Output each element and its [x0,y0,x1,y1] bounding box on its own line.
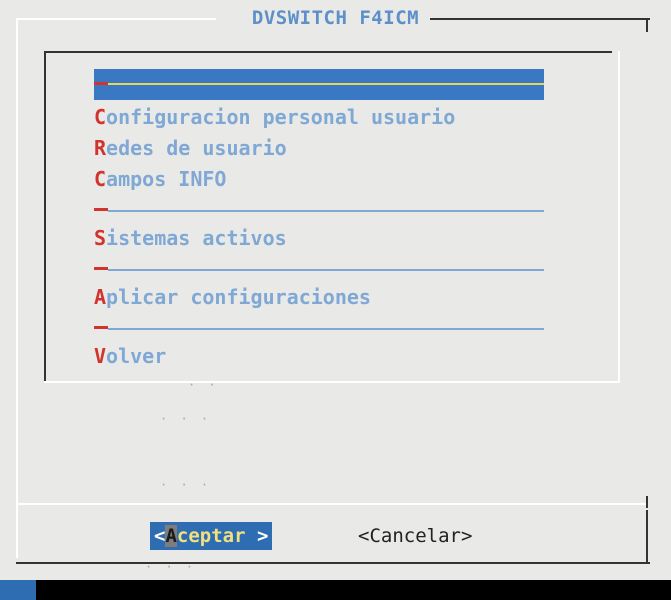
menu-item-selected-separator[interactable] [94,69,544,100]
menu-item-label: edes de usuario [106,136,287,160]
button-bracket-open: < [154,525,166,547]
dialog-title-text: DVSWITCH F4ICM [245,7,426,29]
menu-box-top [44,51,612,53]
button-bracket-close: > [245,525,269,547]
menu-item-redes-usuario[interactable]: Redes de usuario [94,133,544,164]
hotkey-letter: A [94,285,107,309]
menu-item-configuracion-personal[interactable]: Configuracion personal usuario [94,102,544,133]
background-strip [0,580,36,600]
menu-box-right [618,51,620,382]
hotkey-letter: C [94,105,107,129]
button-area-divider-tick [646,496,648,508]
menu-item-sistemas-activos[interactable]: Sistemas activos [94,223,544,254]
menu-box-bottom [44,381,620,383]
menu-item-label: onfiguracion personal usuario [106,105,456,129]
frame-left [16,18,18,558]
separator-line [108,83,544,85]
separator-marker [94,326,108,329]
separator-marker [94,82,108,85]
menu-item-aplicar-configuraciones[interactable]: Aplicar configuraciones [94,282,544,313]
separator-line [108,210,544,212]
hotkey-letter: C [94,167,107,191]
artifact-dots: · · · [160,478,212,492]
separator-line [108,328,544,330]
selection-highlight [94,69,544,100]
artifact-dots: · · · [160,412,212,426]
dialog-title: DVSWITCH F4ICM [0,7,671,29]
dialog-window: DVSWITCH F4ICM Configuracion personal us… [0,0,671,580]
menu-item-campos-info[interactable]: Campos INFO [94,164,544,195]
hotkey-letter: V [94,344,107,368]
separator-marker [94,267,108,270]
separator-line [108,269,544,271]
button-area-divider [18,503,648,505]
hotkey-letter: S [94,226,107,250]
menu-item-label: ampos INFO [106,167,227,191]
button-label: ceptar [176,525,246,547]
artifact-dots: · · [188,378,219,392]
menu-separator[interactable] [94,195,544,223]
menu-separator[interactable] [94,313,544,341]
separator-marker [94,208,108,211]
menu-box-left [44,52,46,383]
accept-button[interactable]: <Aceptar > [150,522,273,550]
menu-item-label: olver [106,344,167,368]
menu-separator[interactable] [94,254,544,282]
menu-list: Configuracion personal usuario Redes de … [94,69,544,372]
menu-item-label: istemas activos [106,226,287,250]
button-hotkey: A [165,525,177,547]
menu-item-volver[interactable]: Volver [94,341,544,372]
menu-item-label: plicar configuraciones [106,285,371,309]
frame-bottom [16,562,650,564]
button-bar: <Aceptar > <Cancelar> [0,522,671,552]
hotkey-letter: R [94,136,107,160]
cancel-button[interactable]: <Cancelar> [358,522,472,550]
